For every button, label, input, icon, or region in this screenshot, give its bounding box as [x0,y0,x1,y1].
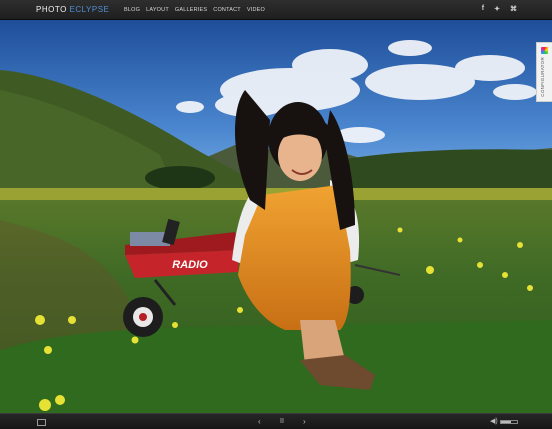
photo-eclypse-page: PHOTO ECLYPSE BLOG LAYOUT GALLERIES CONT… [0,0,552,429]
site-logo[interactable]: PHOTO ECLYPSE [36,5,109,14]
nav-blog[interactable]: BLOG [124,7,140,13]
nav-contact[interactable]: CONTACT [213,7,241,13]
wagon-brand-text: RADIO [172,259,208,271]
color-wheel-icon [541,47,548,54]
slideshow-controls-bar: ‹ II › ◀) [0,413,552,429]
top-navigation-bar: PHOTO ECLYPSE BLOG LAYOUT GALLERIES CONT… [0,0,552,20]
main-nav: BLOG LAYOUT GALLERIES CONTACT VIDEO [124,7,265,13]
facebook-icon[interactable]: f [482,5,484,13]
nav-video[interactable]: VIDEO [247,7,265,13]
rss-icon[interactable]: ⌘ [510,5,517,13]
previous-slide-button[interactable]: ‹ [258,417,261,427]
fullscreen-icon[interactable] [37,419,46,426]
volume-level-fill [501,421,511,423]
volume-icon[interactable]: ◀) [490,417,498,427]
slideshow-photo[interactable]: RADIO [0,20,552,413]
logo-photo-text: PHOTO [36,5,67,14]
nav-layout[interactable]: LAYOUT [146,7,169,13]
photo-slide-image: RADIO [0,20,552,413]
social-links: f ✦ ⌘ [482,5,517,13]
nav-galleries[interactable]: GALLERIES [175,7,207,13]
logo-eclypse-text: ECLYPSE [69,5,110,14]
twitter-icon[interactable]: ✦ [494,5,500,13]
configurator-tab[interactable]: CONFIGURATOR [536,42,552,102]
volume-slider[interactable] [500,420,518,424]
pause-button[interactable]: II [280,417,284,427]
next-slide-button[interactable]: › [303,417,306,427]
configurator-label: CONFIGURATOR [540,57,545,97]
